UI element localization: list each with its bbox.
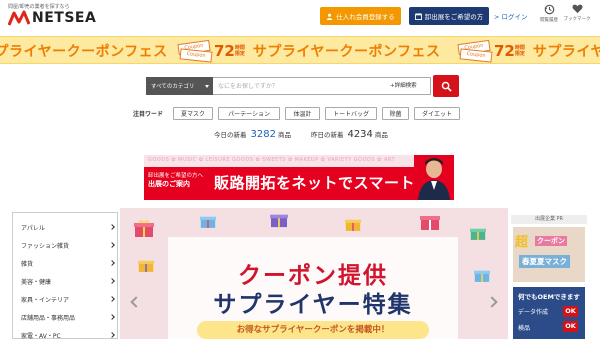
gift-icon [420,216,440,230]
page: 問屋/卸売の業者を探すなら NETSEA 仕入れ会員登録する 卸出展をご希望の方… [0,0,600,339]
yesterday-label: 昨日の新着 [310,131,344,139]
category-menu: アパレル ファッション雑貨 雑貨 美容・健康 家具・インテリア 店舗用品・事務用… [12,212,118,339]
chevron-right-icon [109,296,115,302]
ad-image: 超 クーポン 春夏夏マスク [513,227,585,282]
keyword-chip[interactable]: トートバッグ [325,106,378,120]
site-header: 問屋/卸売の業者を探すなら NETSEA 仕入れ会員登録する 卸出展をご希望の方… [0,0,600,36]
hours-limited: 72 時間限定 [214,42,245,60]
search-icon [441,81,452,92]
login-link[interactable]: > ログイン [494,11,528,21]
chevron-right-icon [109,224,115,230]
heart-icon [571,4,583,14]
register-button[interactable]: 仕入れ会員登録する [320,7,401,25]
gift-icon [134,220,154,237]
keyword-chip[interactable]: 除菌 [382,106,410,120]
promo-main-text: 販路開拓をネットでスマートに [214,174,431,192]
gift-icon [270,214,288,228]
coupon-unit: サプライヤークーポンフェス [0,37,168,63]
ok-badge: OK [563,306,578,317]
site-tagline: 問屋/卸売の業者を探すなら [8,4,70,10]
promo-top-strip: GOODS ✿ MUSIC ✿ LEISURE GOODS ✿ SWEETS ✿… [144,155,454,167]
detail-search-link[interactable]: +詳細検索 [390,81,417,89]
oem-ad: 何でもOEMできます データ作成 OK 検品 OK [513,287,585,339]
category-item-apparel[interactable]: アパレル [21,223,45,232]
gift-icon [138,260,154,272]
netsea-logo[interactable]: NETSEA [8,10,96,26]
bookmark-label: ブックマーク [563,17,591,22]
chevron-right-icon [109,332,115,338]
hero-title-line2: サプライヤー特集 [213,292,413,318]
coupon-badge-icon: Coupon Coupon [177,39,213,63]
coupon-title: サプライヤークーポンフェス [532,44,600,60]
category-item-furniture[interactable]: 家具・インテリア [21,295,69,304]
coupon-unit: Coupon Coupon 72 時間限定 サプライヤークーポンフェス [457,37,600,63]
hero-carousel[interactable]: クーポン提供 サプライヤー特集 お得なサプライヤークーポンを掲載中！ [120,208,508,339]
category-item-electronics[interactable]: 家電・AV・PC [21,331,61,339]
history-icon [543,4,554,15]
gift-icon [474,270,490,282]
gift-icon [345,219,361,231]
shop-icon [414,12,422,20]
ad-tag: 出展企業 PR [511,215,587,224]
logo-text: NETSEA [32,10,97,26]
category-item-store[interactable]: 店舗用品・事務用品 [21,313,75,322]
promo-small-text: 卸出展をご希望の方へ 出展のご案内 [148,173,204,188]
category-select[interactable]: すべてのカテゴリ [146,77,213,95]
coupon-title: サプライヤークーポンフェス [0,44,168,60]
today-count[interactable]: 3282 [251,129,276,140]
hero-subtitle: お得なサプライヤークーポンを掲載中！ [197,321,429,339]
search-button[interactable] [433,75,459,97]
history-label: 閲覧履歴 [540,18,558,23]
gift-icon [470,228,486,240]
coupon-badge-icon: Coupon Coupon [457,39,493,63]
category-select-label: すべてのカテゴリ [151,84,195,90]
hero-card: クーポン提供 サプライヤー特集 お得なサプライヤークーポンを掲載中！ [168,237,458,339]
seller-button[interactable]: 卸出展をご希望の方 [409,7,489,25]
category-item-beauty[interactable]: 美容・健康 [21,277,51,286]
gift-icon [200,216,216,228]
register-label: 仕入れ会員登録する [336,13,395,21]
chevron-right-icon [109,260,115,266]
yesterday-count: 4234 [347,129,373,140]
today-unit: 商品 [277,131,291,139]
ok-badge: OK [563,321,578,332]
keywords-label: 注目ワード [133,110,164,118]
presenter-photo [414,155,454,200]
new-items-count: 今日の新着 3282 商品 昨日の新着 4234 商品 [214,129,388,140]
bookmark-button[interactable]: ブックマーク [563,4,591,22]
category-item-fashion[interactable]: ファッション雑貨 [21,241,69,250]
today-label: 今日の新着 [214,131,247,139]
keyword-chip[interactable]: 夏マスク [173,106,214,120]
keyword-chip[interactable]: ダイエット [414,106,461,120]
history-button[interactable]: 閲覧履歴 [535,4,563,23]
chevron-right-icon [109,314,115,320]
coupon-fest-banner[interactable]: サプライヤークーポンフェス Coupon Coupon 72 時間限定 サプライ… [0,36,600,64]
hours-limited: 72 時間限定 [494,42,525,60]
chevron-right-icon [109,278,115,284]
keyword-chip[interactable]: パーテーション [218,106,281,120]
exhibitor-ad[interactable]: 出展企業 PR 超 クーポン 春夏夏マスク 何でもOEMできます データ作成 O… [511,215,587,339]
coupon-title: サプライヤークーポンフェス [252,44,441,60]
seller-promo-banner[interactable]: GOODS ✿ MUSIC ✿ LEISURE GOODS ✿ SWEETS ✿… [144,155,454,200]
prev-arrow-icon[interactable] [130,296,142,308]
seller-label: 卸出展をご希望の方 [424,13,484,21]
user-icon [326,13,333,20]
netsea-logo-icon [8,10,30,26]
chevron-right-icon [109,242,115,248]
chevron-down-icon [205,84,209,88]
coupon-unit: Coupon Coupon 72 時間限定 サプライヤークーポンフェス [177,37,441,63]
detail-search-label: 詳細検索 [394,83,417,89]
featured-keywords: 注目ワード 夏マスク パーテーション 体温計 トートバッグ 除菌 ダイエット [133,106,465,120]
next-arrow-icon[interactable] [486,296,498,308]
search-bar: すべてのカテゴリ +詳細検索 [146,75,459,97]
yesterday-unit: 商品 [374,131,388,139]
keyword-chip[interactable]: 体温計 [285,106,321,120]
category-item-goods[interactable]: 雑貨 [21,259,33,268]
